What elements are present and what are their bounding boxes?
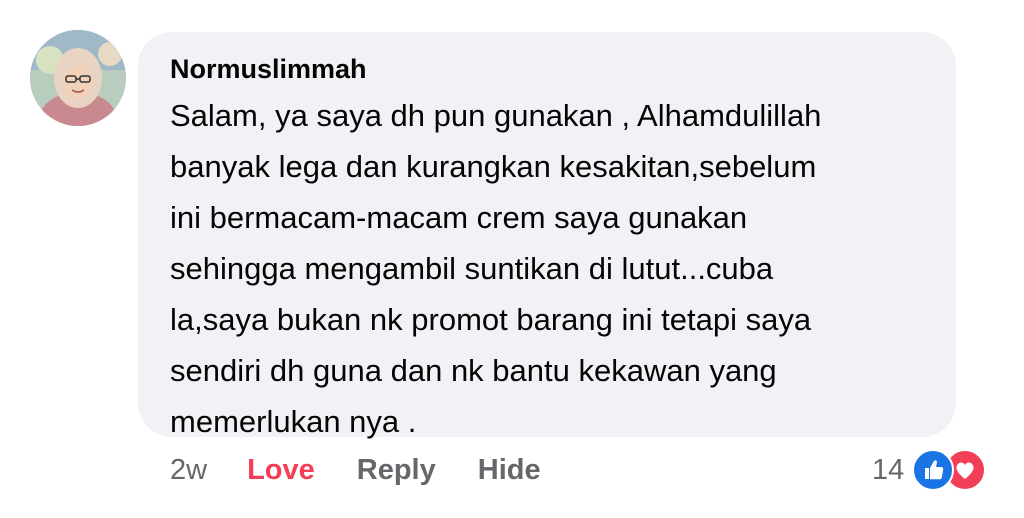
reaction-count: 14: [872, 453, 905, 486]
comment-text-line: la,saya bukan nk promot barang ini tetap…: [170, 302, 812, 337]
comment-text: Salam, ya saya dh pun gunakan , Alhamdul…: [170, 90, 926, 447]
comment-text-line: Salam, ya saya dh pun gunakan , Alhamdul…: [170, 98, 822, 133]
comment-text-line: memerlukan nya .: [170, 404, 417, 439]
comment-text-line: ini bermacam-macam crem saya gunakan: [170, 200, 748, 235]
comment-author[interactable]: Normuslimmah: [170, 52, 926, 86]
comment-text-line: sehingga mengambil suntikan di lutut...c…: [170, 251, 774, 286]
reaction-icons: [912, 449, 990, 491]
love-button[interactable]: Love: [247, 454, 315, 487]
comment-timestamp[interactable]: 2w: [170, 454, 207, 487]
like-icon: [912, 449, 955, 491]
comment-bubble: Normuslimmah Salam, ya saya dh pun gunak…: [138, 32, 956, 439]
comment-container: Normuslimmah Salam, ya saya dh pun gunak…: [0, 0, 1024, 518]
comment-text-line: banyak lega dan kurangkan kesakitan,sebe…: [170, 149, 817, 184]
avatar-image: [30, 30, 126, 126]
reaction-summary[interactable]: 14: [872, 448, 990, 492]
comment-actions: 2w Love Reply Hide: [170, 450, 541, 490]
hide-button[interactable]: Hide: [478, 454, 541, 487]
reply-button[interactable]: Reply: [357, 454, 436, 487]
comment-text-line: sendiri dh guna dan nk bantu kekawan yan…: [170, 353, 777, 388]
avatar[interactable]: [30, 30, 126, 126]
